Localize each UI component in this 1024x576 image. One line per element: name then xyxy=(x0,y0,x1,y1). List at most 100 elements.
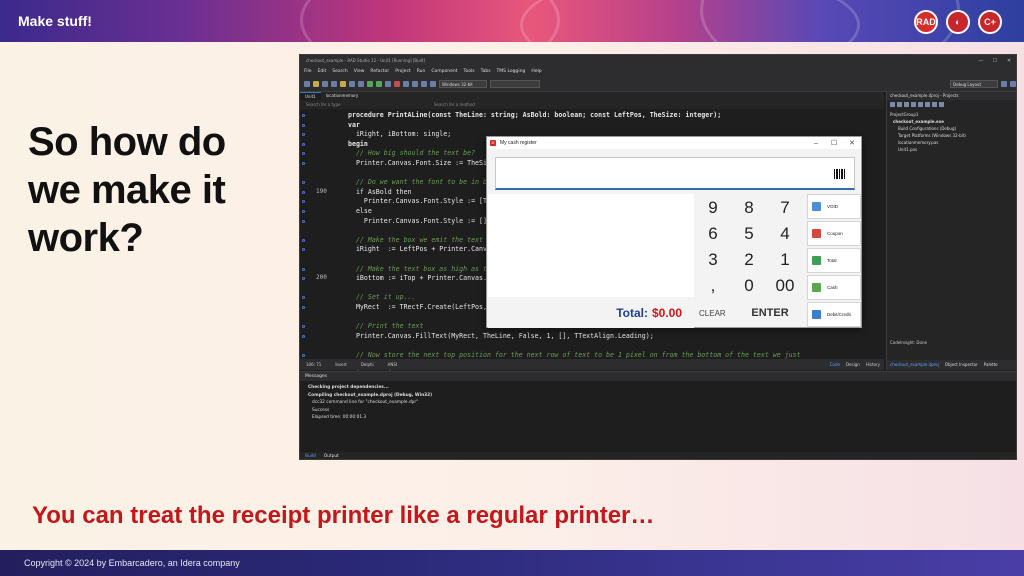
tab-output[interactable]: Output xyxy=(324,452,339,459)
key-5[interactable]: 5 xyxy=(731,221,767,246)
remove-icon[interactable] xyxy=(904,102,909,107)
breakpoint-marker[interactable] xyxy=(302,296,305,300)
undo-icon[interactable] xyxy=(349,80,355,87)
refresh-icon[interactable] xyxy=(918,102,923,107)
coupon-button[interactable]: Coupon xyxy=(807,221,861,246)
menu-component[interactable]: Component xyxy=(431,67,457,76)
menu-project[interactable]: Project xyxy=(395,67,410,76)
tree-item-projectgroup[interactable]: ProjectGroup1 xyxy=(890,111,1014,118)
code-line[interactable] xyxy=(348,341,878,351)
breakpoint-marker[interactable] xyxy=(302,162,305,165)
breakpoint-marker[interactable] xyxy=(302,219,305,223)
key-comma[interactable]: , xyxy=(695,273,731,298)
breakpoint-marker[interactable] xyxy=(302,238,305,242)
menu-help[interactable]: Help xyxy=(531,67,541,76)
breakpoint-marker[interactable] xyxy=(302,152,305,156)
build-icon[interactable] xyxy=(939,102,944,107)
close-icon[interactable]: ✕ xyxy=(1002,55,1016,67)
new-file-icon[interactable] xyxy=(304,80,310,87)
tree-item-build-configs[interactable]: Build Configurations (Debug) xyxy=(890,125,1014,132)
device-select[interactable] xyxy=(490,79,540,88)
step-over-icon[interactable] xyxy=(403,80,409,87)
key-4[interactable]: 4 xyxy=(767,221,803,246)
minimize-icon[interactable]: – xyxy=(807,140,825,147)
forward-icon[interactable] xyxy=(430,80,436,87)
run-icon[interactable] xyxy=(367,80,373,87)
breakpoint-marker[interactable] xyxy=(302,325,305,329)
collapse-icon[interactable] xyxy=(932,102,937,107)
breakpoint-marker[interactable] xyxy=(302,142,305,146)
add-icon[interactable] xyxy=(897,102,902,107)
tab-locationmemory[interactable]: locationmemory xyxy=(321,92,364,100)
close-icon[interactable]: ✕ xyxy=(843,139,861,147)
menu-file[interactable]: File xyxy=(304,67,312,76)
open-folder-icon[interactable] xyxy=(313,80,319,87)
tab-build[interactable]: Build xyxy=(305,452,316,459)
maximize-icon[interactable]: ☐ xyxy=(825,139,843,147)
breakpoint-marker[interactable] xyxy=(302,334,305,338)
breakpoint-marker[interactable] xyxy=(302,114,305,117)
open-project-icon[interactable] xyxy=(340,80,346,87)
key-8[interactable]: 8 xyxy=(731,195,767,220)
key-0[interactable]: 0 xyxy=(731,273,767,298)
enter-button[interactable]: ENTER xyxy=(735,299,805,327)
options-icon[interactable] xyxy=(911,102,916,107)
maximize-icon[interactable]: ☐ xyxy=(988,55,1002,67)
save-all-icon[interactable] xyxy=(331,80,337,87)
void-button[interactable]: VOID xyxy=(807,194,861,219)
tab-code-view[interactable]: Code xyxy=(830,362,840,367)
platform-select[interactable]: Windows 32-bit xyxy=(439,79,487,88)
tab-history-view[interactable]: History xyxy=(866,362,880,367)
breakpoint-marker[interactable] xyxy=(302,354,305,357)
breakpoint-marker[interactable] xyxy=(302,200,305,204)
tab-design-view[interactable]: Design xyxy=(846,362,860,367)
tree-item-target-platforms[interactable]: Target Platforms (Windows 32-bit) xyxy=(890,132,1014,139)
run-without-debug-icon[interactable] xyxy=(376,80,382,87)
expand-icon[interactable] xyxy=(925,102,930,107)
menu-refactor[interactable]: Refactor xyxy=(370,67,389,76)
menu-view[interactable]: View xyxy=(354,67,365,76)
type-search-input[interactable]: Search for a type xyxy=(306,100,426,109)
code-line[interactable]: Printer.Canvas.FillText(MyRect, TheLine,… xyxy=(348,332,878,342)
breakpoint-marker[interactable] xyxy=(302,267,305,271)
tree-item-exe[interactable]: checkout_example.exe xyxy=(890,118,1014,125)
minimize-icon[interactable]: — xyxy=(974,55,988,67)
menu-edit[interactable]: Edit xyxy=(318,67,327,76)
barcode-input[interactable] xyxy=(495,157,855,190)
total-button[interactable]: Total xyxy=(807,248,861,273)
tab-projects[interactable]: checkout_example.dproj xyxy=(890,360,939,370)
cash-button[interactable]: Cash xyxy=(807,275,861,300)
tree-item-locationmemory[interactable]: locationmemory.pas xyxy=(890,139,1014,146)
breakpoint-marker[interactable] xyxy=(302,190,305,194)
tab-palette[interactable]: Palette xyxy=(984,360,998,370)
back-icon[interactable] xyxy=(421,80,427,87)
key-00[interactable]: 00 xyxy=(767,273,803,298)
menu-search[interactable]: Search xyxy=(332,67,347,76)
key-9[interactable]: 9 xyxy=(695,195,731,220)
stop-icon[interactable] xyxy=(394,80,400,87)
breakpoint-marker[interactable] xyxy=(302,133,305,137)
breakpoint-marker[interactable] xyxy=(302,248,305,252)
sync-icon[interactable] xyxy=(890,102,895,107)
tree-item-unit1[interactable]: Unit1.pas xyxy=(890,146,1014,153)
breakpoint-marker[interactable] xyxy=(302,306,305,309)
layout-select[interactable]: Debug Layout xyxy=(950,79,998,88)
settings-icon[interactable] xyxy=(1010,80,1016,87)
breakpoint-marker[interactable] xyxy=(302,123,305,127)
menu-tools[interactable]: Tools xyxy=(463,67,474,76)
breakpoint-marker[interactable] xyxy=(302,210,305,213)
redo-icon[interactable] xyxy=(358,80,364,87)
key-3[interactable]: 3 xyxy=(695,247,731,272)
clear-button[interactable]: CLEAR xyxy=(695,299,735,327)
tab-unit1[interactable]: Unit1 xyxy=(300,92,321,100)
save-icon[interactable] xyxy=(322,80,328,87)
layout-icon[interactable] xyxy=(1001,80,1007,87)
debit-credit-button[interactable]: Debit/Credit xyxy=(807,302,861,327)
code-line[interactable]: var xyxy=(348,121,878,131)
key-7[interactable]: 7 xyxy=(767,195,803,220)
menu-run[interactable]: Run xyxy=(417,67,426,76)
pause-icon[interactable] xyxy=(385,80,391,87)
menu-tms-logging[interactable]: TMS Logging xyxy=(497,67,526,76)
key-2[interactable]: 2 xyxy=(731,247,767,272)
trace-into-icon[interactable] xyxy=(412,80,418,87)
